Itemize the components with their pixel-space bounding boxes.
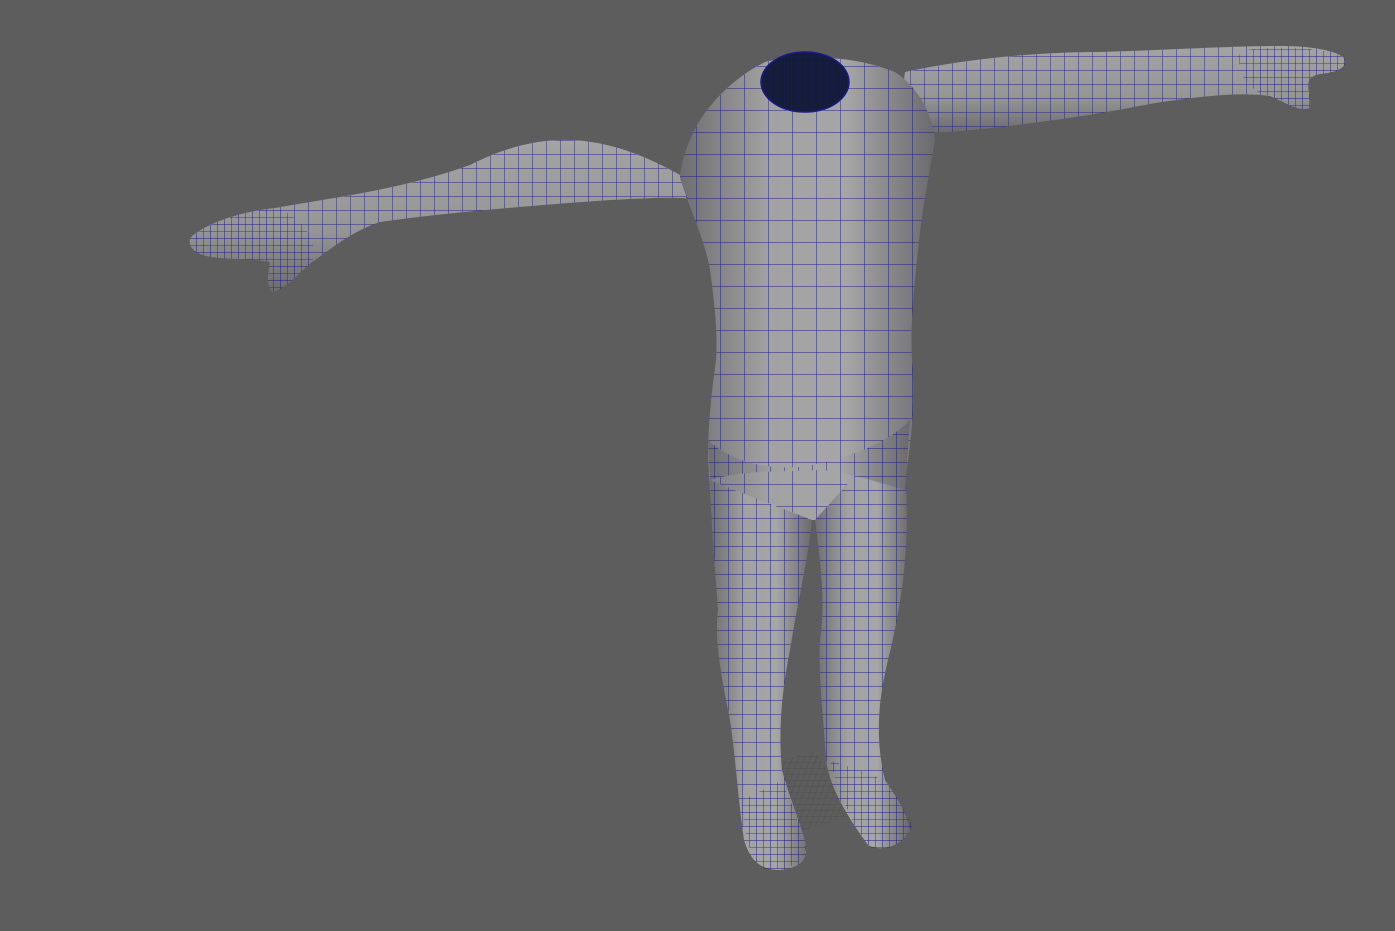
neck-opening bbox=[760, 51, 850, 113]
mesh-right-arm bbox=[900, 46, 1345, 133]
mesh-left-arm bbox=[189, 139, 700, 292]
3d-viewport[interactable] bbox=[0, 0, 1395, 931]
viewport-canvas[interactable] bbox=[0, 0, 1395, 931]
